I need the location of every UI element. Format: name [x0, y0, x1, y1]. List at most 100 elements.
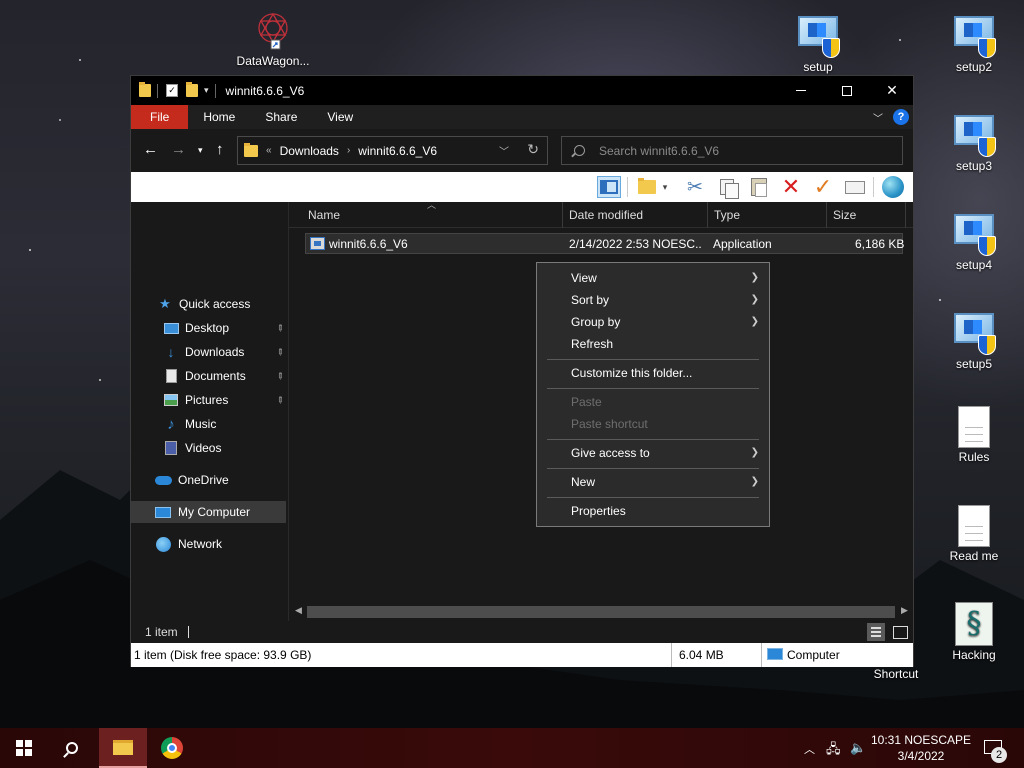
clock[interactable]: 10:31 NOESCAPE 3/4/2022: [868, 732, 974, 764]
delete-button[interactable]: ✕: [779, 176, 803, 198]
column-name[interactable]: Name: [308, 208, 340, 222]
navigation-pane: ★ Quick access Desktop ✎ ↓ Downloads ✎ D…: [131, 202, 288, 621]
network-tray-icon[interactable]: 🖧: [826, 740, 841, 762]
maximize-button[interactable]: [824, 76, 870, 105]
installer-icon: [952, 311, 996, 355]
desktop-icon-datawagon[interactable]: DataWagon...: [233, 8, 313, 68]
column-date-modified[interactable]: Date modified: [569, 208, 643, 222]
large-icons-view-button[interactable]: [891, 623, 909, 641]
taskbar-file-explorer[interactable]: [99, 728, 147, 768]
title-bar[interactable]: ✓ ▾ winnit6.6.6_V6 ✕: [131, 76, 913, 105]
column-divider[interactable]: [826, 202, 827, 228]
pin-icon[interactable]: ✎: [274, 345, 286, 358]
desktop-icon-setup3[interactable]: setup3: [934, 113, 1014, 173]
nav-desktop[interactable]: Desktop ✎: [131, 317, 288, 339]
breadcrumb-downloads[interactable]: Downloads: [280, 144, 339, 158]
expand-ribbon-chevron-icon[interactable]: ﹀: [873, 110, 883, 125]
taskbar-search-button[interactable]: [48, 728, 96, 768]
nav-pictures[interactable]: Pictures ✎: [131, 389, 288, 411]
nav-music[interactable]: ♪ Music: [131, 413, 288, 435]
volume-icon[interactable]: 🔈: [850, 740, 866, 756]
back-arrow-icon[interactable]: ←: [143, 141, 158, 158]
recent-locations-chevron-icon[interactable]: ▾: [198, 145, 203, 156]
tab-home[interactable]: Home: [188, 105, 250, 129]
desktop-icon-shortcut[interactable]: Shortcut: [856, 667, 936, 681]
menu-item-sort-by[interactable]: Sort by ❯: [537, 289, 769, 311]
desktop-icon-label: setup5: [955, 357, 993, 371]
menu-item-refresh[interactable]: Refresh: [537, 333, 769, 355]
scroll-left-icon[interactable]: ◀: [295, 605, 302, 616]
column-type[interactable]: Type: [714, 208, 740, 222]
nav-videos[interactable]: Videos: [131, 437, 288, 459]
start-button[interactable]: [0, 728, 48, 768]
nav-onedrive[interactable]: OneDrive: [131, 469, 288, 491]
menu-item-give-access[interactable]: Give access to ❯: [537, 442, 769, 464]
column-divider[interactable]: [905, 202, 906, 228]
details-view-button[interactable]: [867, 623, 885, 641]
column-divider[interactable]: [562, 202, 563, 228]
scroll-right-icon[interactable]: ▶: [901, 605, 908, 616]
tab-file[interactable]: File: [131, 105, 189, 129]
cloud-icon: [154, 473, 172, 487]
copy-button[interactable]: [715, 176, 739, 199]
search-input[interactable]: [599, 143, 879, 158]
properties-check-icon[interactable]: ✓: [166, 84, 178, 97]
address-dropdown-icon[interactable]: ﹀: [499, 143, 509, 158]
nav-downloads[interactable]: ↓ Downloads ✎: [131, 341, 288, 363]
command-toolbar: ▾ ✂ ✕ ✓: [131, 172, 913, 202]
menu-item-label: Sort by: [571, 293, 610, 307]
desktop-icon-readme[interactable]: Read me: [934, 505, 1014, 563]
cut-button[interactable]: ✂: [683, 176, 707, 198]
pin-icon[interactable]: ✎: [274, 393, 286, 406]
scrollbar-thumb[interactable]: [307, 606, 895, 618]
breadcrumb-overflow[interactable]: «: [266, 145, 272, 156]
properties-button[interactable]: [843, 176, 867, 198]
menu-item-group-by[interactable]: Group by ❯: [537, 311, 769, 333]
desktop-icon-rules[interactable]: Rules: [934, 406, 1014, 464]
desktop-icon-setup5[interactable]: setup5: [934, 311, 1014, 371]
video-icon: [163, 441, 179, 455]
menu-item-properties[interactable]: Properties: [537, 500, 769, 522]
minimize-button[interactable]: [778, 76, 824, 105]
address-bar[interactable]: « Downloads › winnit6.6.6_V6 ﹀ ↻: [237, 136, 548, 165]
preview-pane-button[interactable]: [597, 176, 621, 198]
internet-button[interactable]: [881, 176, 905, 198]
nav-quick-access[interactable]: ★ Quick access: [131, 293, 288, 315]
desktop-icon-setup2[interactable]: setup2: [934, 14, 1014, 74]
show-hidden-icons-chevron-icon[interactable]: ︿: [804, 741, 815, 757]
tab-view[interactable]: View: [312, 105, 368, 129]
desktop-icon-setup4[interactable]: setup4: [934, 212, 1014, 272]
navigation-pane-icon: [600, 180, 618, 194]
taskbar-chrome[interactable]: [148, 728, 196, 768]
help-icon[interactable]: ?: [893, 109, 909, 125]
forward-arrow-icon[interactable]: →: [171, 141, 186, 158]
nav-network[interactable]: Network: [131, 533, 288, 555]
new-folder-button[interactable]: [635, 176, 659, 198]
paste-button[interactable]: [747, 176, 771, 198]
nav-my-computer[interactable]: My Computer: [131, 501, 286, 523]
select-button[interactable]: ✓: [811, 176, 835, 198]
horizontal-scrollbar[interactable]: ◀ ▶: [289, 602, 913, 621]
taskbar: ︿ 🖧 🔈 10:31 NOESCAPE 3/4/2022 2: [0, 728, 1024, 768]
breadcrumb-chevron-icon[interactable]: ›: [347, 145, 350, 156]
menu-item-new[interactable]: New ❯: [537, 471, 769, 493]
search-box[interactable]: [561, 136, 903, 165]
refresh-icon[interactable]: ↻: [527, 141, 539, 158]
column-size[interactable]: Size: [833, 208, 856, 222]
breadcrumb-current-folder[interactable]: winnit6.6.6_V6: [358, 144, 437, 158]
up-arrow-icon[interactable]: ↑: [216, 141, 224, 158]
nav-documents[interactable]: Documents ✎: [131, 365, 288, 387]
desktop-icon-setup[interactable]: setup: [778, 14, 858, 74]
tab-share[interactable]: Share: [250, 105, 312, 129]
new-item-dropdown-icon[interactable]: ▾: [659, 176, 671, 198]
table-row[interactable]: winnit6.6.6_V6 2/14/2022 2:53 NOESC... A…: [305, 233, 904, 254]
desktop-icon-hacking[interactable]: § Hacking: [934, 602, 1014, 662]
menu-item-view[interactable]: View ❯: [537, 267, 769, 289]
pin-icon[interactable]: ✎: [274, 369, 286, 382]
customize-quick-access-icon[interactable]: ▾: [204, 85, 209, 96]
new-folder-icon[interactable]: [186, 82, 198, 97]
menu-item-customize-folder[interactable]: Customize this folder...: [537, 362, 769, 384]
column-divider[interactable]: [707, 202, 708, 228]
pin-icon[interactable]: ✎: [274, 321, 286, 334]
close-button[interactable]: ✕: [869, 76, 915, 105]
